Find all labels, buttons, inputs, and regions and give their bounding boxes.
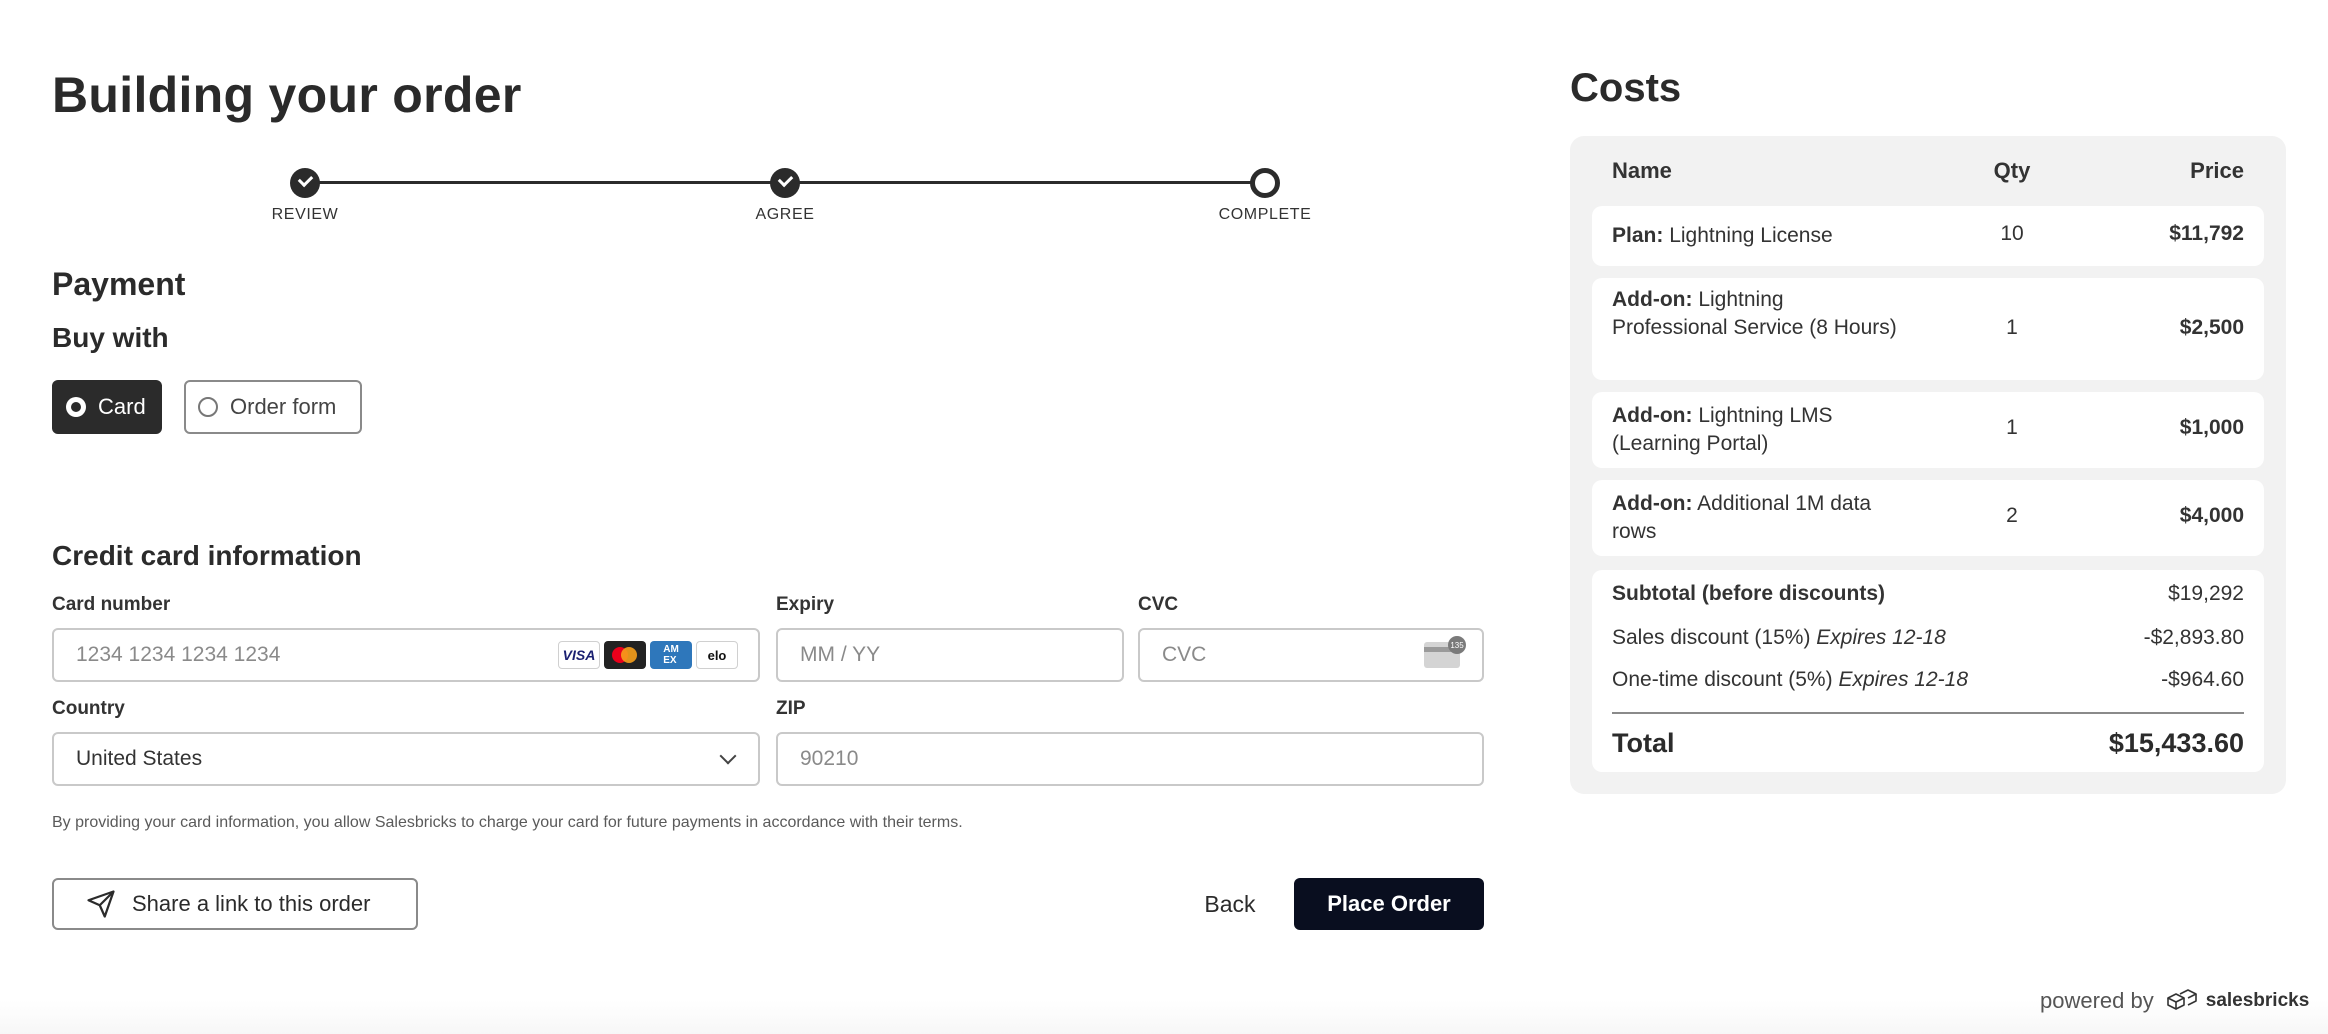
card-number-input[interactable]: 1234 1234 1234 1234 VISA AM EX elo xyxy=(52,628,760,682)
zip-input[interactable]: 90210 xyxy=(776,732,1484,786)
subtotal-value: $19,292 xyxy=(2168,582,2244,605)
cvc-badge: 135 xyxy=(1448,636,1466,654)
bottom-fade xyxy=(0,1000,2328,1034)
place-order-button[interactable]: Place Order xyxy=(1294,878,1484,930)
share-link-button[interactable]: Share a link to this order xyxy=(52,878,418,930)
cost-item-price: $4,000 xyxy=(2179,504,2244,527)
cost-item-prefix: Add-on: xyxy=(1612,492,1693,515)
cvc-placeholder: CVC xyxy=(1162,643,1207,666)
pay-option-card-label: Card xyxy=(98,394,146,419)
cost-item-prefix: Add-on: xyxy=(1612,288,1693,311)
costs-header-qty: Qty xyxy=(1993,158,2031,183)
discount-value: -$964.60 xyxy=(2161,668,2244,691)
stepper-line xyxy=(305,181,785,184)
card-number-placeholder: 1234 1234 1234 1234 xyxy=(76,643,281,666)
pay-option-card[interactable]: Card xyxy=(52,380,162,434)
chevron-down-icon xyxy=(719,747,737,765)
expiry-placeholder: MM / YY xyxy=(800,643,881,666)
costs-header-name: Name xyxy=(1612,158,1672,183)
pay-option-order-form-label: Order form xyxy=(230,394,337,419)
discount-expiry: Expires 12-18 xyxy=(1816,626,1946,649)
cost-item-price: $11,792 xyxy=(2169,222,2244,245)
order-stepper: REVIEW AGREE COMPLETE xyxy=(272,166,1311,226)
card-disclaimer: By providing your card information, you … xyxy=(52,814,963,831)
total-label: Total xyxy=(1612,728,1675,758)
discount-label: Sales discount (15%) xyxy=(1612,626,1811,649)
discount-value: -$2,893.80 xyxy=(2143,626,2244,649)
cost-item-name: Lightning License xyxy=(1669,224,1833,247)
cost-item-prefix: Plan: xyxy=(1612,224,1664,247)
back-button[interactable]: Back xyxy=(1182,878,1278,930)
card-brands: VISA AM EX elo xyxy=(558,641,738,669)
share-link-label: Share a link to this order xyxy=(132,891,371,916)
expiry-input[interactable]: MM / YY xyxy=(776,628,1124,682)
visa-icon: VISA xyxy=(558,641,600,669)
page-title: Building your order xyxy=(52,67,522,123)
payment-heading: Payment xyxy=(52,266,186,302)
costs-header-price: Price xyxy=(2190,158,2244,183)
salesbricks-brand: salesbricks xyxy=(2205,990,2310,1011)
country-value: United States xyxy=(76,747,203,770)
subtotal-label: Subtotal (before discounts) xyxy=(1612,582,1885,605)
step-label-agree: AGREE xyxy=(755,206,815,223)
radio-selected-icon xyxy=(66,397,86,417)
total-row: Total $15,433.60 xyxy=(1612,728,2244,759)
cost-row: Add-on: Lightning LMS (Learning Portal) … xyxy=(1592,392,2264,468)
cost-row: Plan: Lightning License 10 $11,792 xyxy=(1592,206,2264,266)
country-select[interactable]: United States xyxy=(52,732,760,786)
cost-item-qty: 1 xyxy=(2006,316,2018,339)
costs-title: Costs xyxy=(1570,66,1682,110)
zip-label: ZIP xyxy=(776,698,806,719)
step-review-check-icon xyxy=(290,168,320,198)
card-number-label: Card number xyxy=(52,594,171,615)
cost-item-price: $2,500 xyxy=(2179,316,2244,339)
credit-card-heading: Credit card information xyxy=(52,540,362,571)
buy-with-heading: Buy with xyxy=(52,322,169,353)
summary-divider xyxy=(1612,712,2244,714)
costs-header: Name Qty Price xyxy=(1612,158,2244,188)
step-label-review: REVIEW xyxy=(271,206,339,223)
cost-item-qty: 10 xyxy=(2000,222,2024,245)
cvc-card-icon: 135 xyxy=(1424,636,1466,668)
step-complete-current-icon xyxy=(1250,168,1280,198)
cost-item-prefix: Add-on: xyxy=(1612,404,1693,427)
cost-row: Add-on: Additional 1M data rows 2 $4,000 xyxy=(1592,480,2264,556)
discount-expiry: Expires 12-18 xyxy=(1838,668,1969,691)
pay-option-order-form[interactable]: Order form xyxy=(184,380,362,434)
cvc-label: CVC xyxy=(1138,594,1179,615)
amex-icon: AM EX xyxy=(650,641,692,669)
step-label-complete: COMPLETE xyxy=(1218,206,1312,223)
send-icon xyxy=(87,890,115,918)
total-value: $15,433.60 xyxy=(2108,728,2244,758)
discount-row: Sales discount (15%) Expires 12-18 -$2,8… xyxy=(1612,626,2244,654)
stepper-line xyxy=(785,181,1265,184)
radio-unselected-icon xyxy=(198,397,218,417)
zip-placeholder: 90210 xyxy=(800,747,859,770)
subtotal-row: Subtotal (before discounts) $19,292 xyxy=(1612,582,2244,610)
cvc-input[interactable]: CVC 135 xyxy=(1138,628,1484,682)
discount-row: One-time discount (5%) Expires 12-18 -$9… xyxy=(1612,668,2244,696)
salesbricks-logo-icon xyxy=(2166,989,2197,1010)
mastercard-icon xyxy=(604,641,646,669)
cost-item-qty: 1 xyxy=(2006,416,2018,439)
country-label: Country xyxy=(52,698,125,719)
powered-by[interactable]: powered by salesbricks xyxy=(2040,988,2309,1014)
cost-item-qty: 2 xyxy=(2006,504,2018,527)
step-agree-check-icon xyxy=(770,168,800,198)
cost-item-price: $1,000 xyxy=(2179,416,2244,439)
cost-summary: Subtotal (before discounts) $19,292 Sale… xyxy=(1592,570,2264,772)
cost-row: Add-on: Lightning Professional Service (… xyxy=(1592,278,2264,380)
expiry-label: Expiry xyxy=(776,594,835,615)
powered-by-label: powered by xyxy=(2040,988,2154,1013)
discount-label: One-time discount (5%) xyxy=(1612,668,1833,691)
costs-panel: Name Qty Price Plan: Lightning License 1… xyxy=(1570,136,2286,794)
elo-icon: elo xyxy=(696,641,738,669)
